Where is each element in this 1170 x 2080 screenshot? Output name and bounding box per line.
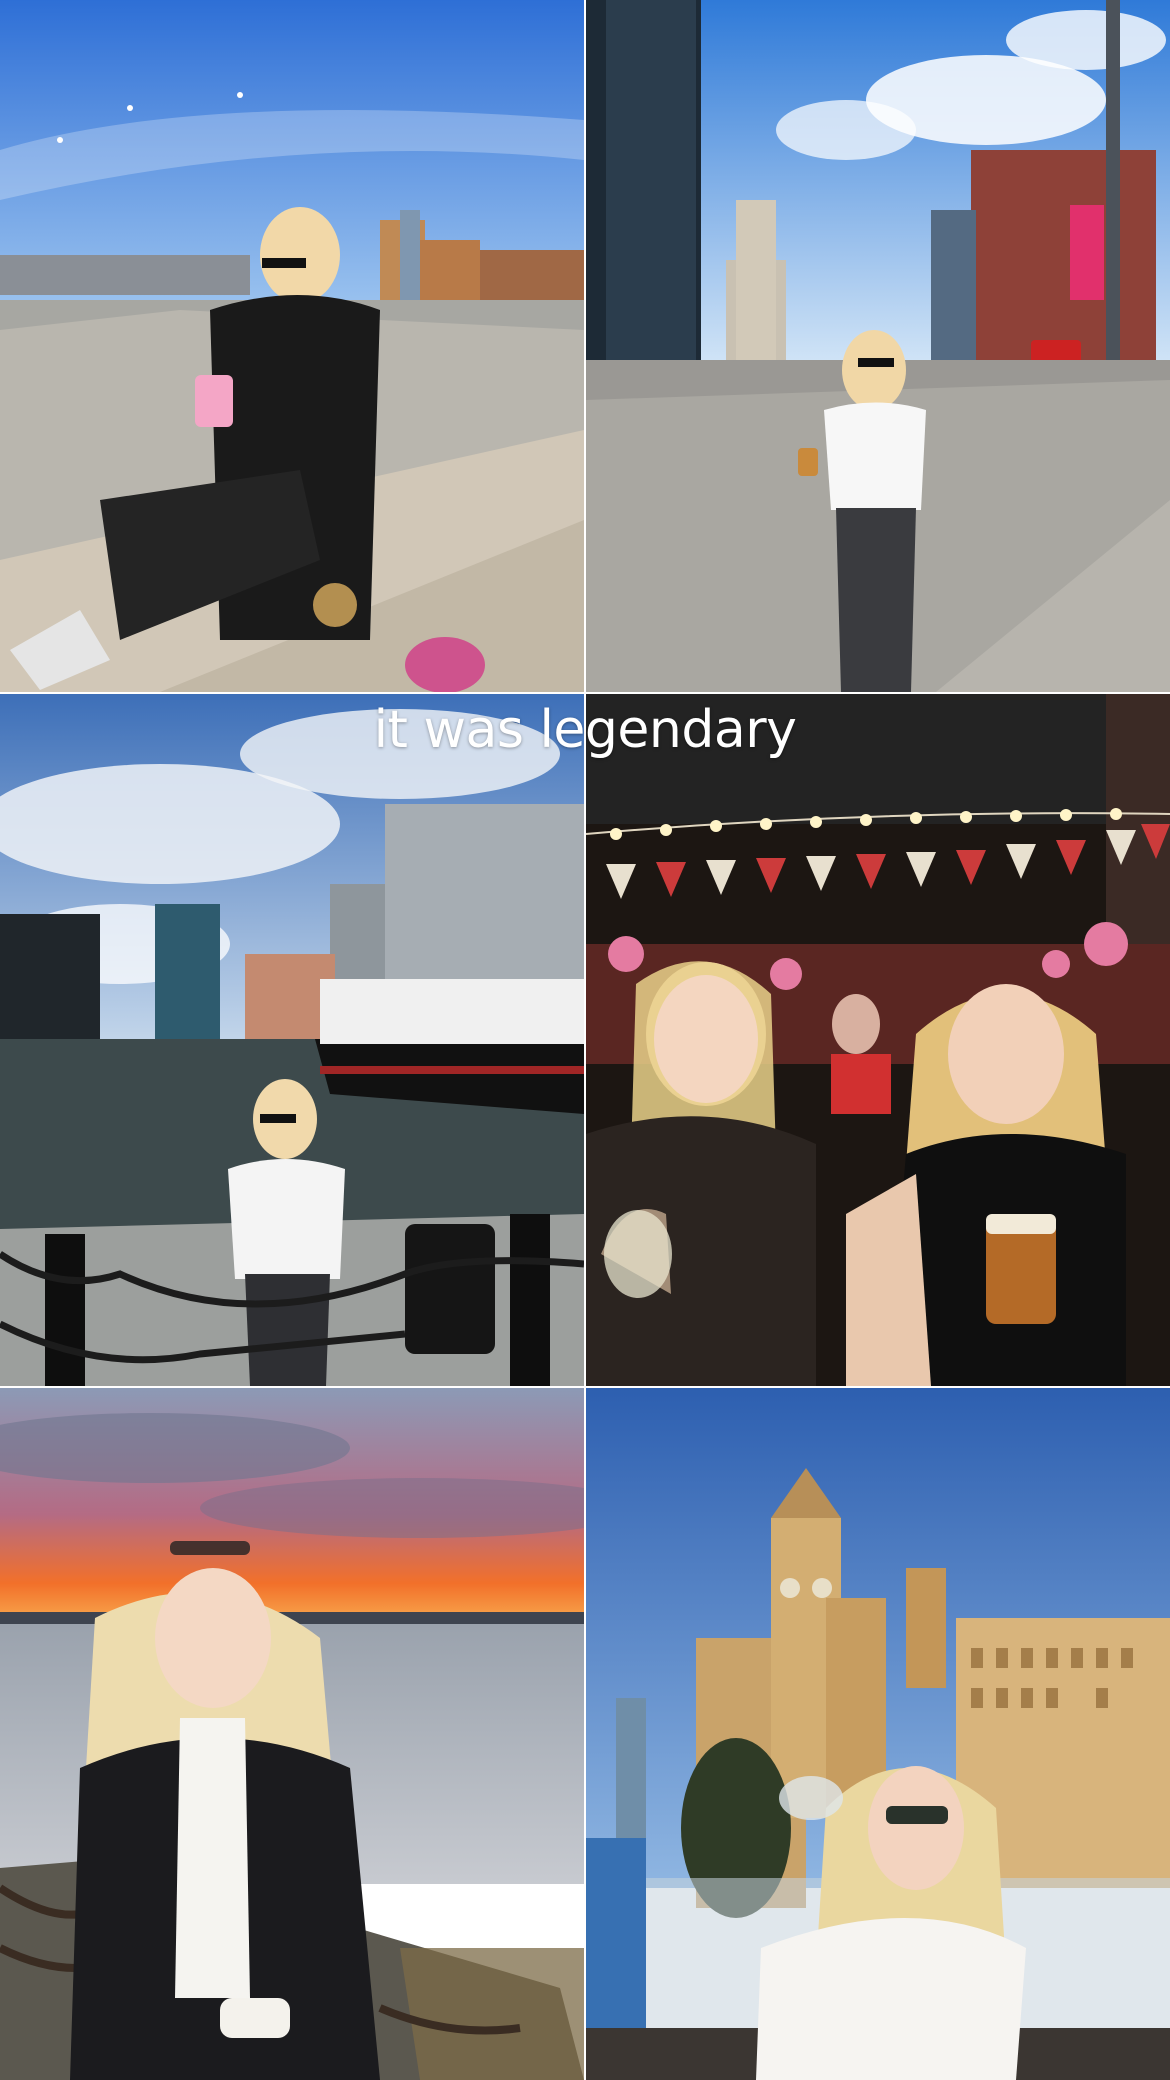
photo-clock-tower — [586, 1388, 1170, 2080]
caption-text: it was legendary — [373, 700, 797, 760]
photo-bar-bunting — [586, 694, 1170, 1386]
photo-collage: it was legendary — [0, 0, 1170, 2080]
photo-sunset-river — [0, 1388, 584, 2080]
photo-waterfront-sitting — [0, 0, 584, 692]
photo-dock-boat — [0, 694, 584, 1386]
photo-city-street — [586, 0, 1170, 692]
